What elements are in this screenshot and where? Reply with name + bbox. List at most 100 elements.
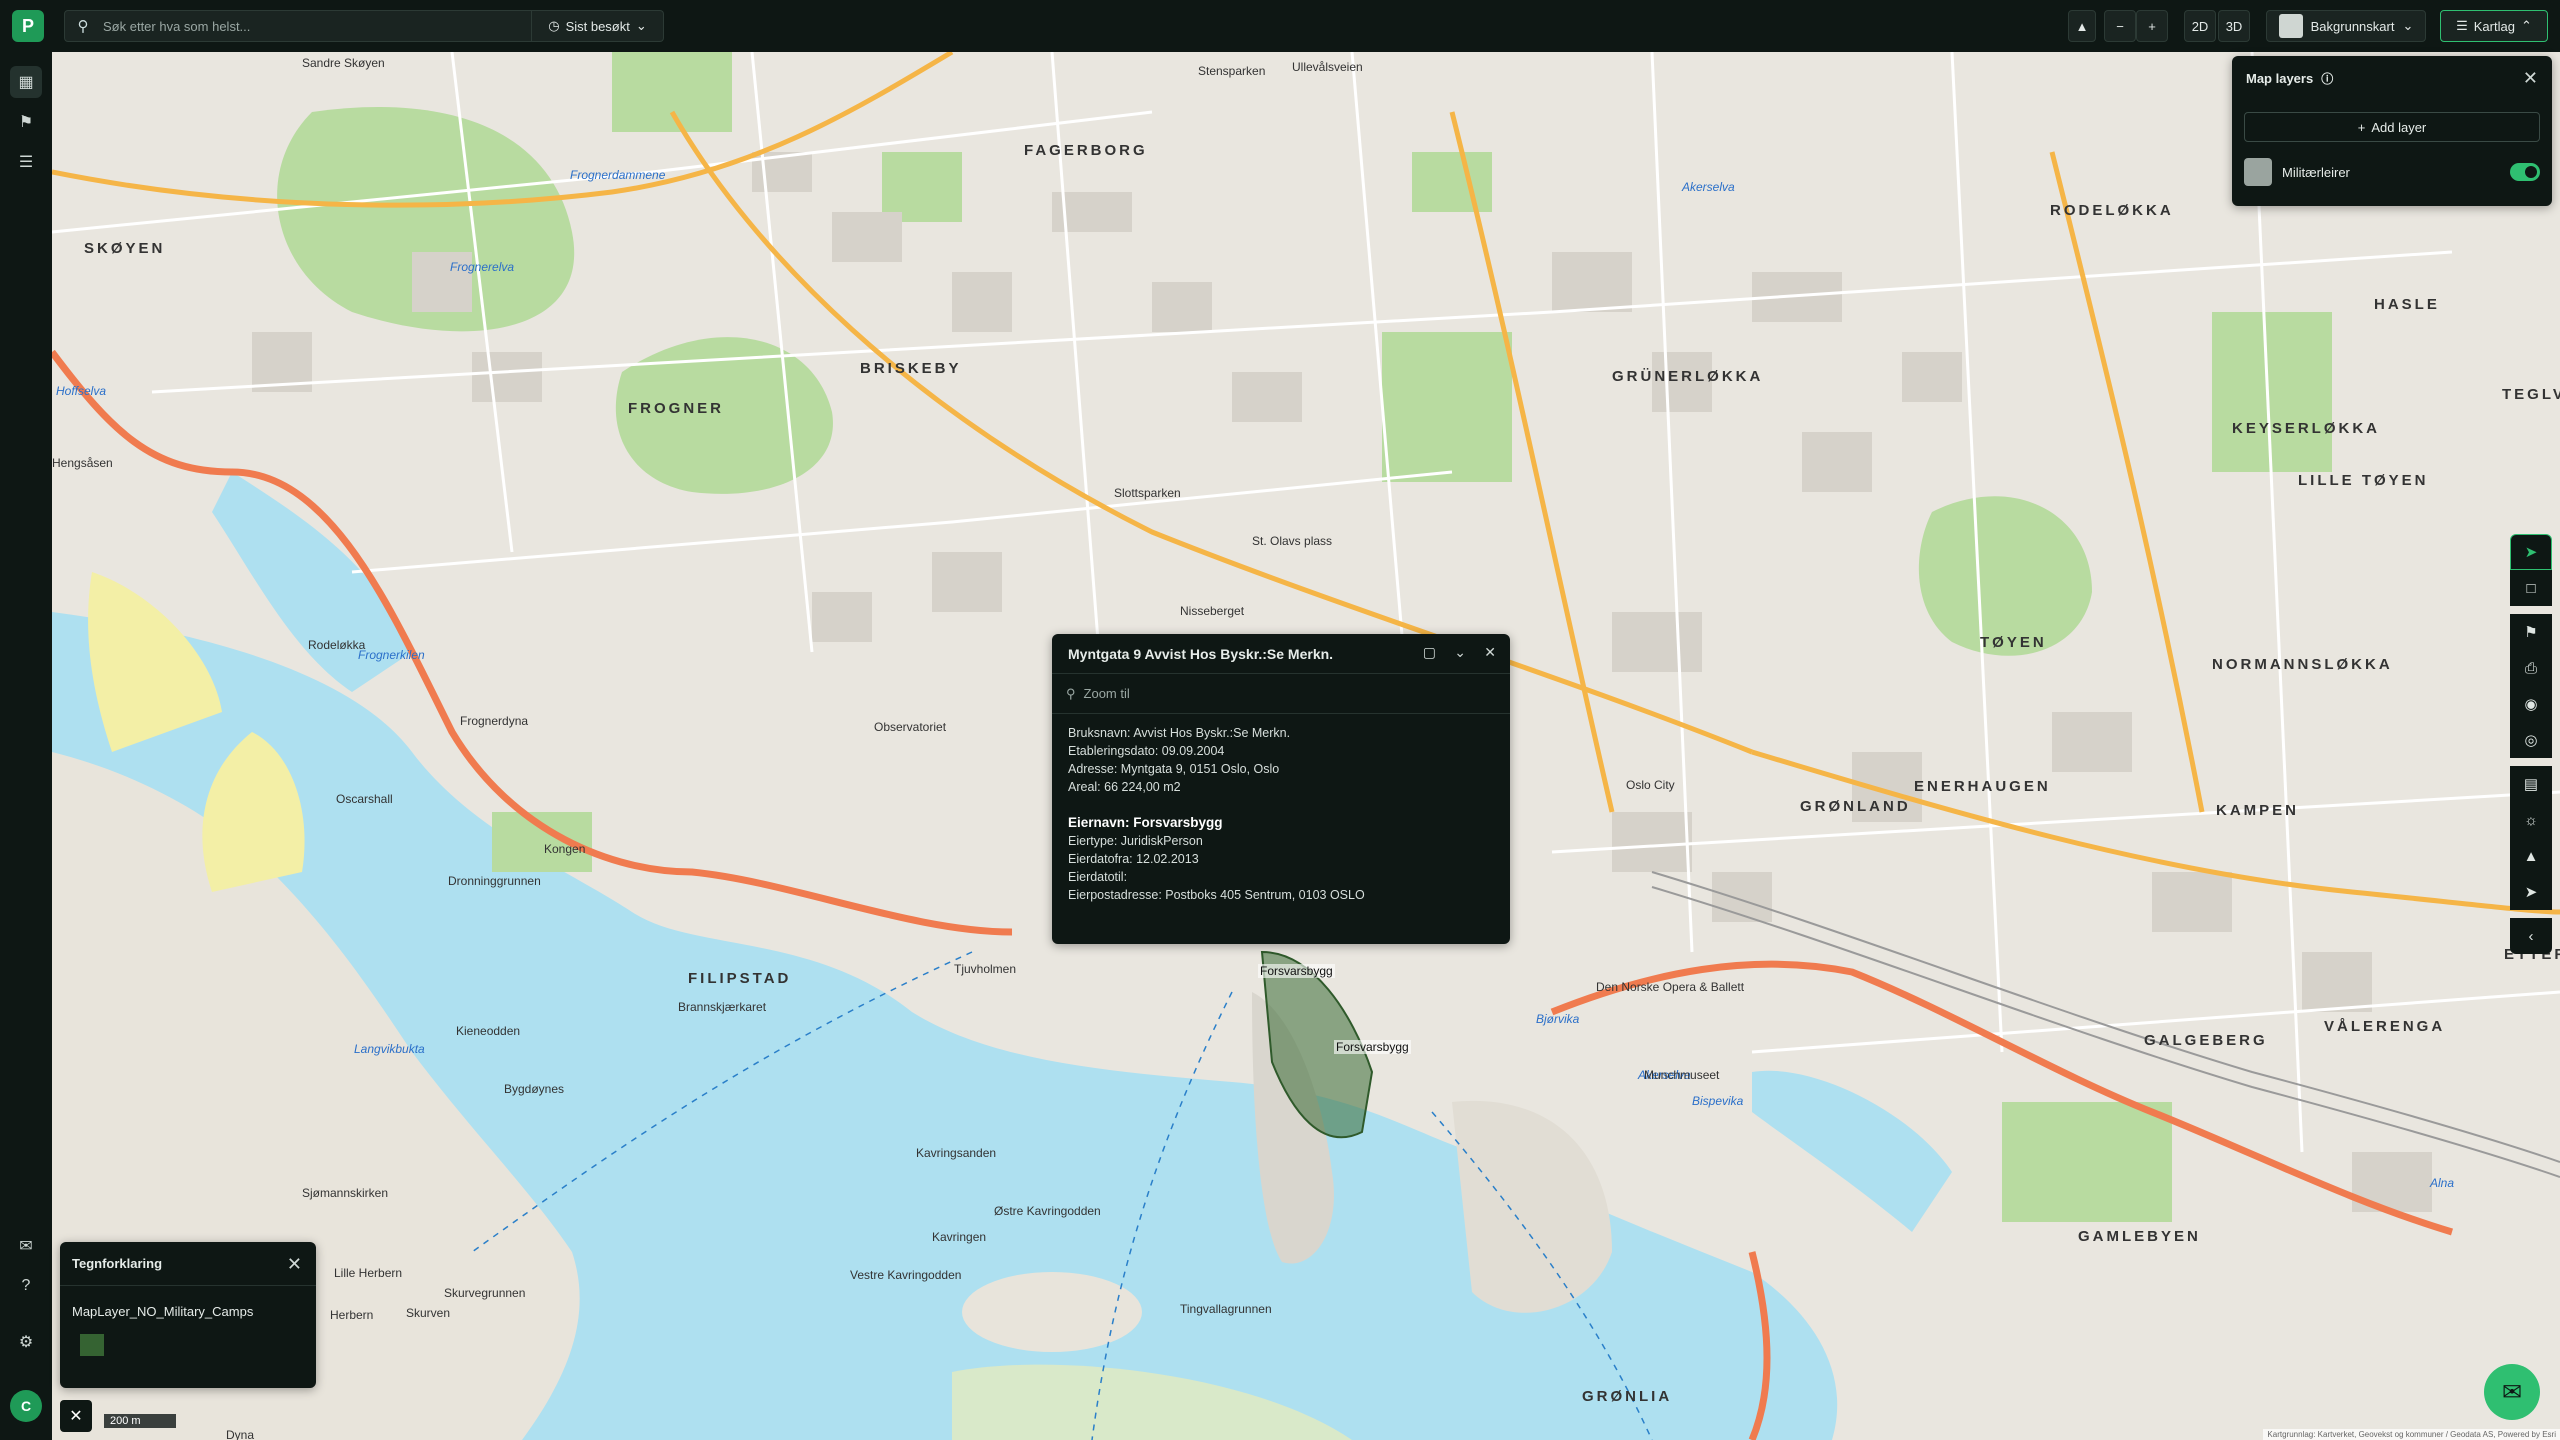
sidebar-chat-button[interactable]: ✉: [10, 1230, 42, 1262]
label-vestre-kavringodden: Vestre Kavringodden: [850, 1268, 962, 1282]
recent-dropdown[interactable]: ◷ Sist besøkt ⌄: [532, 10, 664, 42]
label-tjuvholmen: Tjuvholmen: [954, 962, 1017, 976]
sidebar-tags-button[interactable]: ⚑: [10, 106, 42, 138]
label-lille-toyen: LILLE TØYEN: [2298, 472, 2429, 489]
label-skurven: Skurven: [406, 1306, 451, 1320]
compass-button[interactable]: ▲: [2068, 10, 2096, 42]
label-brannskjaerkaret: Brannskjærkaret: [678, 1000, 767, 1014]
layer-row[interactable]: Militærleirer: [2244, 154, 2540, 190]
view-3d-button[interactable]: 3D: [2218, 10, 2250, 42]
label-ostre-kavringodden: Østre Kavringodden: [994, 1204, 1101, 1218]
clock-icon: ◷: [548, 18, 560, 33]
label-fagerborg: FAGERBORG: [1024, 142, 1148, 159]
park-vigeland: [612, 52, 732, 132]
bookmark-button[interactable]: ⚑: [2510, 614, 2552, 650]
map-icon: ▦: [18, 74, 34, 91]
chat-icon: ✉: [2501, 1378, 2523, 1406]
label-galgeberg: GALGEBERG: [2144, 1032, 2268, 1049]
search-input[interactable]: [101, 17, 501, 35]
park-stensparken: [1412, 152, 1492, 212]
detail-eierdatotil: Eierdatotil:: [1068, 870, 1128, 884]
detail-eierdatofra: Eierdatofra: 12.02.2013: [1068, 852, 1199, 866]
chevron-down-icon[interactable]: ⌄: [1454, 644, 1466, 661]
bookmark-icon: ⚑: [2524, 624, 2538, 641]
label-grunerlokka: GRÜNERLØKKA: [1612, 368, 1764, 385]
map-attribution: Kartgrunnlag: Kartverket, Geovekst og ko…: [2263, 1429, 2560, 1440]
zoom-out-button[interactable]: −: [2104, 10, 2136, 42]
collapse-toolbar-button[interactable]: ‹: [2510, 918, 2552, 954]
info-icon[interactable]: ⓘ: [2321, 70, 2333, 87]
close-icon[interactable]: ✕: [2523, 68, 2538, 89]
camera-icon: ◉: [2524, 696, 2538, 713]
basemap-dropdown[interactable]: Bakgrunnskart ⌄: [2266, 10, 2426, 42]
label-tegleverket: TEGLVE: [2502, 386, 2560, 403]
add-layer-label: Add layer: [2371, 119, 2427, 135]
park-gamlebyen: [2002, 1102, 2172, 1222]
measure-button[interactable]: ▤: [2510, 766, 2552, 802]
label-dronninggrunnen: Dronninggrunnen: [448, 874, 541, 888]
label-lille-herbern: Lille Herbern: [334, 1266, 403, 1280]
label-langvikbukta: Langvikbukta: [354, 1042, 425, 1056]
zoom-in-button[interactable]: +: [2136, 10, 2168, 42]
zoom-to-field[interactable]: ⚲ Zoom til: [1052, 674, 1510, 714]
legend-title: Tegnforklaring: [72, 1256, 163, 1271]
map-layers-header: Map layers ⓘ: [2232, 56, 2552, 100]
app-logo[interactable]: P: [12, 10, 44, 42]
label-akerselva-1: Akerselva: [1682, 180, 1735, 194]
elevation-button[interactable]: ▲: [2510, 838, 2552, 874]
search-icon: ⚲: [77, 18, 89, 35]
label-frognerkilen: Frognerkilen: [358, 648, 425, 662]
select-tool-button[interactable]: ➤: [2510, 534, 2552, 570]
sidebar-map-button[interactable]: ▦: [10, 66, 42, 98]
close-icon[interactable]: ✕: [287, 1254, 302, 1275]
top-bar: P ⚲ ◷ Sist besøkt ⌄ ▲ − + 2D 3D Bakgrunn…: [0, 0, 2560, 52]
add-layer-button[interactable]: + Add layer: [2244, 112, 2540, 142]
label-rodelokka: RODELØKKA: [2050, 202, 2174, 219]
locate-button[interactable]: ◎: [2510, 722, 2552, 758]
zoom-icon: ⚲: [1066, 685, 1076, 701]
park-fagerborg: [882, 152, 962, 222]
popup-header: Myntgata 9 Avvist Hos Byskr.:Se Merkn.: [1052, 634, 1510, 674]
cursor-icon: ➤: [2524, 544, 2538, 561]
sidebar-help-button[interactable]: ?: [10, 1270, 42, 1302]
view-2d-button[interactable]: 2D: [2184, 10, 2216, 42]
arrow-icon: ➤: [2524, 884, 2538, 901]
label-skoyen: SKØYEN: [84, 240, 166, 257]
close-icon[interactable]: ✕: [1484, 644, 1496, 661]
label-munchmuseet: Munchmuseet: [1644, 1068, 1720, 1082]
label-observatoriet: Observatoriet: [874, 720, 947, 734]
map-layers-label: Kartlag: [2473, 18, 2515, 34]
navigation-button[interactable]: ➤: [2510, 874, 2552, 910]
print-button[interactable]: ⎙: [2510, 650, 2552, 686]
detail-eiertype: Eiertype: JuridiskPerson: [1068, 834, 1203, 848]
close-scale-button[interactable]: ✕: [60, 1400, 92, 1432]
label-dyna: Dyna: [226, 1428, 255, 1440]
legend-swatch: [80, 1334, 104, 1356]
light-button[interactable]: ☼: [2510, 802, 2552, 838]
sidebar-list-button[interactable]: ☰: [10, 146, 42, 178]
map-layers-button[interactable]: ☰ Kartlag ⌃: [2440, 10, 2548, 42]
label-sandre-skoyen: Sandre Skøyen: [302, 56, 385, 70]
user-avatar[interactable]: C: [10, 1390, 42, 1422]
label-gamlebyen: GAMLEBYEN: [2078, 1228, 2201, 1245]
label-normannslokka: NORMANNSLØKKA: [2212, 656, 2393, 673]
label-frogner: FROGNER: [628, 400, 724, 417]
compass-icon: ▲: [2075, 18, 2089, 34]
label-bjorvika: Bjørvika: [1536, 1012, 1580, 1026]
chevron-left-icon: ‹: [2528, 927, 2534, 945]
layer-visibility-toggle[interactable]: [2510, 163, 2540, 181]
label-stensparken: Stensparken: [1198, 64, 1266, 78]
area-select-button[interactable]: □: [2510, 570, 2552, 606]
screenshot-button[interactable]: ◉: [2510, 686, 2552, 722]
expand-icon[interactable]: ▢: [1423, 644, 1436, 661]
layer-thumbnail: [2244, 158, 2272, 186]
support-chat-button[interactable]: ✉: [2484, 1364, 2540, 1420]
detail-etableringsdato: Etableringsdato: 09.09.2004: [1068, 744, 1225, 758]
sidebar-settings-button[interactable]: ⚙: [10, 1326, 42, 1358]
search-box[interactable]: ⚲: [64, 10, 532, 42]
label-bygdoynes: Bygdøynes: [504, 1082, 565, 1096]
label-hasle: HASLE: [2374, 296, 2440, 313]
label-kampen: KAMPEN: [2216, 802, 2300, 819]
label-kavringsanden: Kavringsanden: [916, 1146, 997, 1160]
label-frognerdyna: Frognerdyna: [460, 714, 529, 728]
